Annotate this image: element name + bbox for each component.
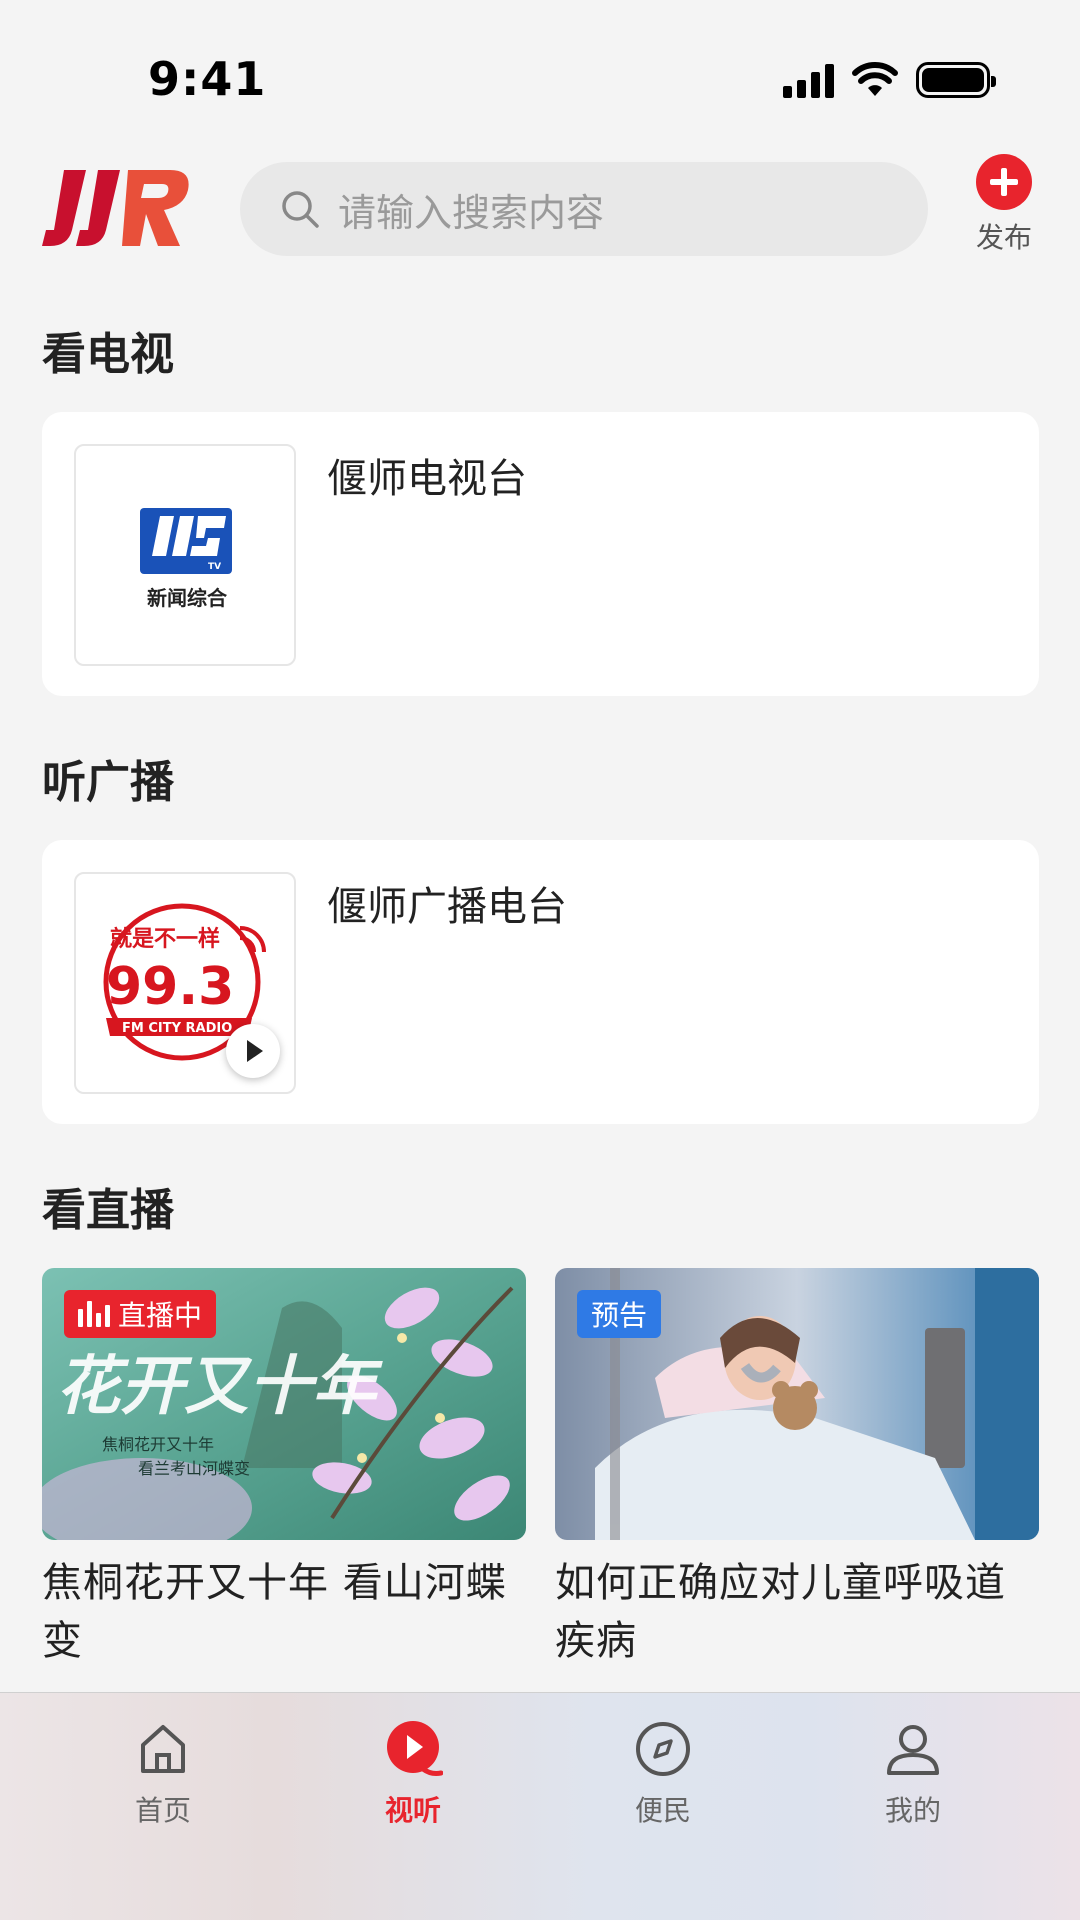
radio-station-name: 偃师广播电台: [327, 884, 567, 930]
status-bar: 9:41: [0, 0, 1080, 140]
section-title-radio: 听广播: [42, 757, 174, 808]
preview-badge-label: 预告: [591, 1299, 648, 1332]
tab-profile[interactable]: 我的: [833, 1719, 993, 1829]
plus-icon: [976, 154, 1032, 210]
svg-text:TV: TV: [208, 562, 221, 572]
svg-text:花开又十年: 花开又十年: [56, 1349, 383, 1424]
radio-station-logo: 就是不一样 99.3 FM CITY RADIO: [74, 872, 296, 1094]
compass-icon: [636, 1722, 690, 1776]
search-bar[interactable]: 请输入搜索内容: [240, 162, 928, 256]
tab-services-label: 便民: [634, 1794, 691, 1827]
tab-av[interactable]: 视听: [333, 1719, 493, 1829]
live-badge-label: 直播中: [118, 1299, 203, 1332]
preview-item-title: 如何正确应对儿童呼吸道疾病: [555, 1560, 1006, 1664]
app-screen: 9:41 请输入搜索内容 发布 看电视 TV 新闻综合 偃师电视台 听广播 就是…: [0, 0, 1080, 1920]
search-icon: [282, 191, 319, 228]
status-time: 9:41: [148, 52, 267, 106]
live-item-thumbnail: 花开又十年 焦桐花开又十年 看兰考山河蝶变 直播中: [42, 1268, 526, 1540]
radio-logo-slogan: 就是不一样: [110, 926, 220, 952]
app-logo: [42, 170, 189, 246]
live-item-title: 焦桐花开又十年 看山河蝶变: [42, 1560, 507, 1664]
live-image-caption-2: 看兰考山河蝶变: [138, 1459, 250, 1478]
top-header: 请输入搜索内容 发布: [0, 150, 1080, 270]
radio-logo-band: FM CITY RADIO: [122, 1021, 232, 1036]
tab-home[interactable]: 首页: [83, 1719, 243, 1829]
radio-logo-frequency: 99.3: [106, 957, 234, 1017]
live-status-badge: 直播中: [64, 1290, 217, 1338]
tv-logo-mark: TV: [140, 508, 232, 574]
cellular-signal-icon: [783, 62, 834, 98]
tab-profile-label: 我的: [884, 1794, 941, 1827]
tab-services[interactable]: 便民: [583, 1719, 743, 1829]
play-icon: [387, 1721, 444, 1776]
tab-av-label: 视听: [384, 1794, 441, 1827]
live-image-caption-1: 焦桐花开又十年: [102, 1435, 214, 1454]
wifi-icon: [852, 62, 898, 96]
tab-home-label: 首页: [134, 1794, 191, 1827]
bottom-tab-bar: 首页 视听 便民 我的: [0, 1692, 1080, 1920]
radio-station-card[interactable]: 就是不一样 99.3 FM CITY RADIO 偃师广播电台: [42, 840, 1039, 1124]
tv-logo-text: 新闻综合: [147, 586, 227, 610]
live-item-card[interactable]: 花开又十年 焦桐花开又十年 看兰考山河蝶变 直播中 焦桐花开又十年 看山河蝶变: [42, 1268, 526, 1670]
tv-channel-card[interactable]: TV 新闻综合 偃师电视台: [42, 412, 1039, 696]
tv-channel-name: 偃师电视台: [327, 456, 527, 502]
live-bars-icon: [78, 1301, 110, 1327]
preview-status-badge: 预告: [577, 1290, 662, 1338]
user-icon: [887, 1725, 939, 1775]
preview-item-thumbnail: 预告: [555, 1268, 1039, 1540]
preview-item-card[interactable]: 预告 如何正确应对儿童呼吸道疾病: [555, 1268, 1039, 1670]
section-title-live: 看直播: [42, 1185, 174, 1236]
status-icons: [783, 62, 996, 98]
search-placeholder: 请输入搜索内容: [338, 190, 605, 235]
battery-icon: [916, 62, 996, 98]
publish-button[interactable]: 发布: [964, 154, 1044, 256]
section-title-tv: 看电视: [42, 329, 174, 380]
play-radio-button[interactable]: [226, 1024, 280, 1078]
publish-label: 发布: [975, 221, 1032, 254]
home-icon: [141, 1725, 185, 1773]
tv-channel-logo: TV 新闻综合: [74, 444, 296, 666]
